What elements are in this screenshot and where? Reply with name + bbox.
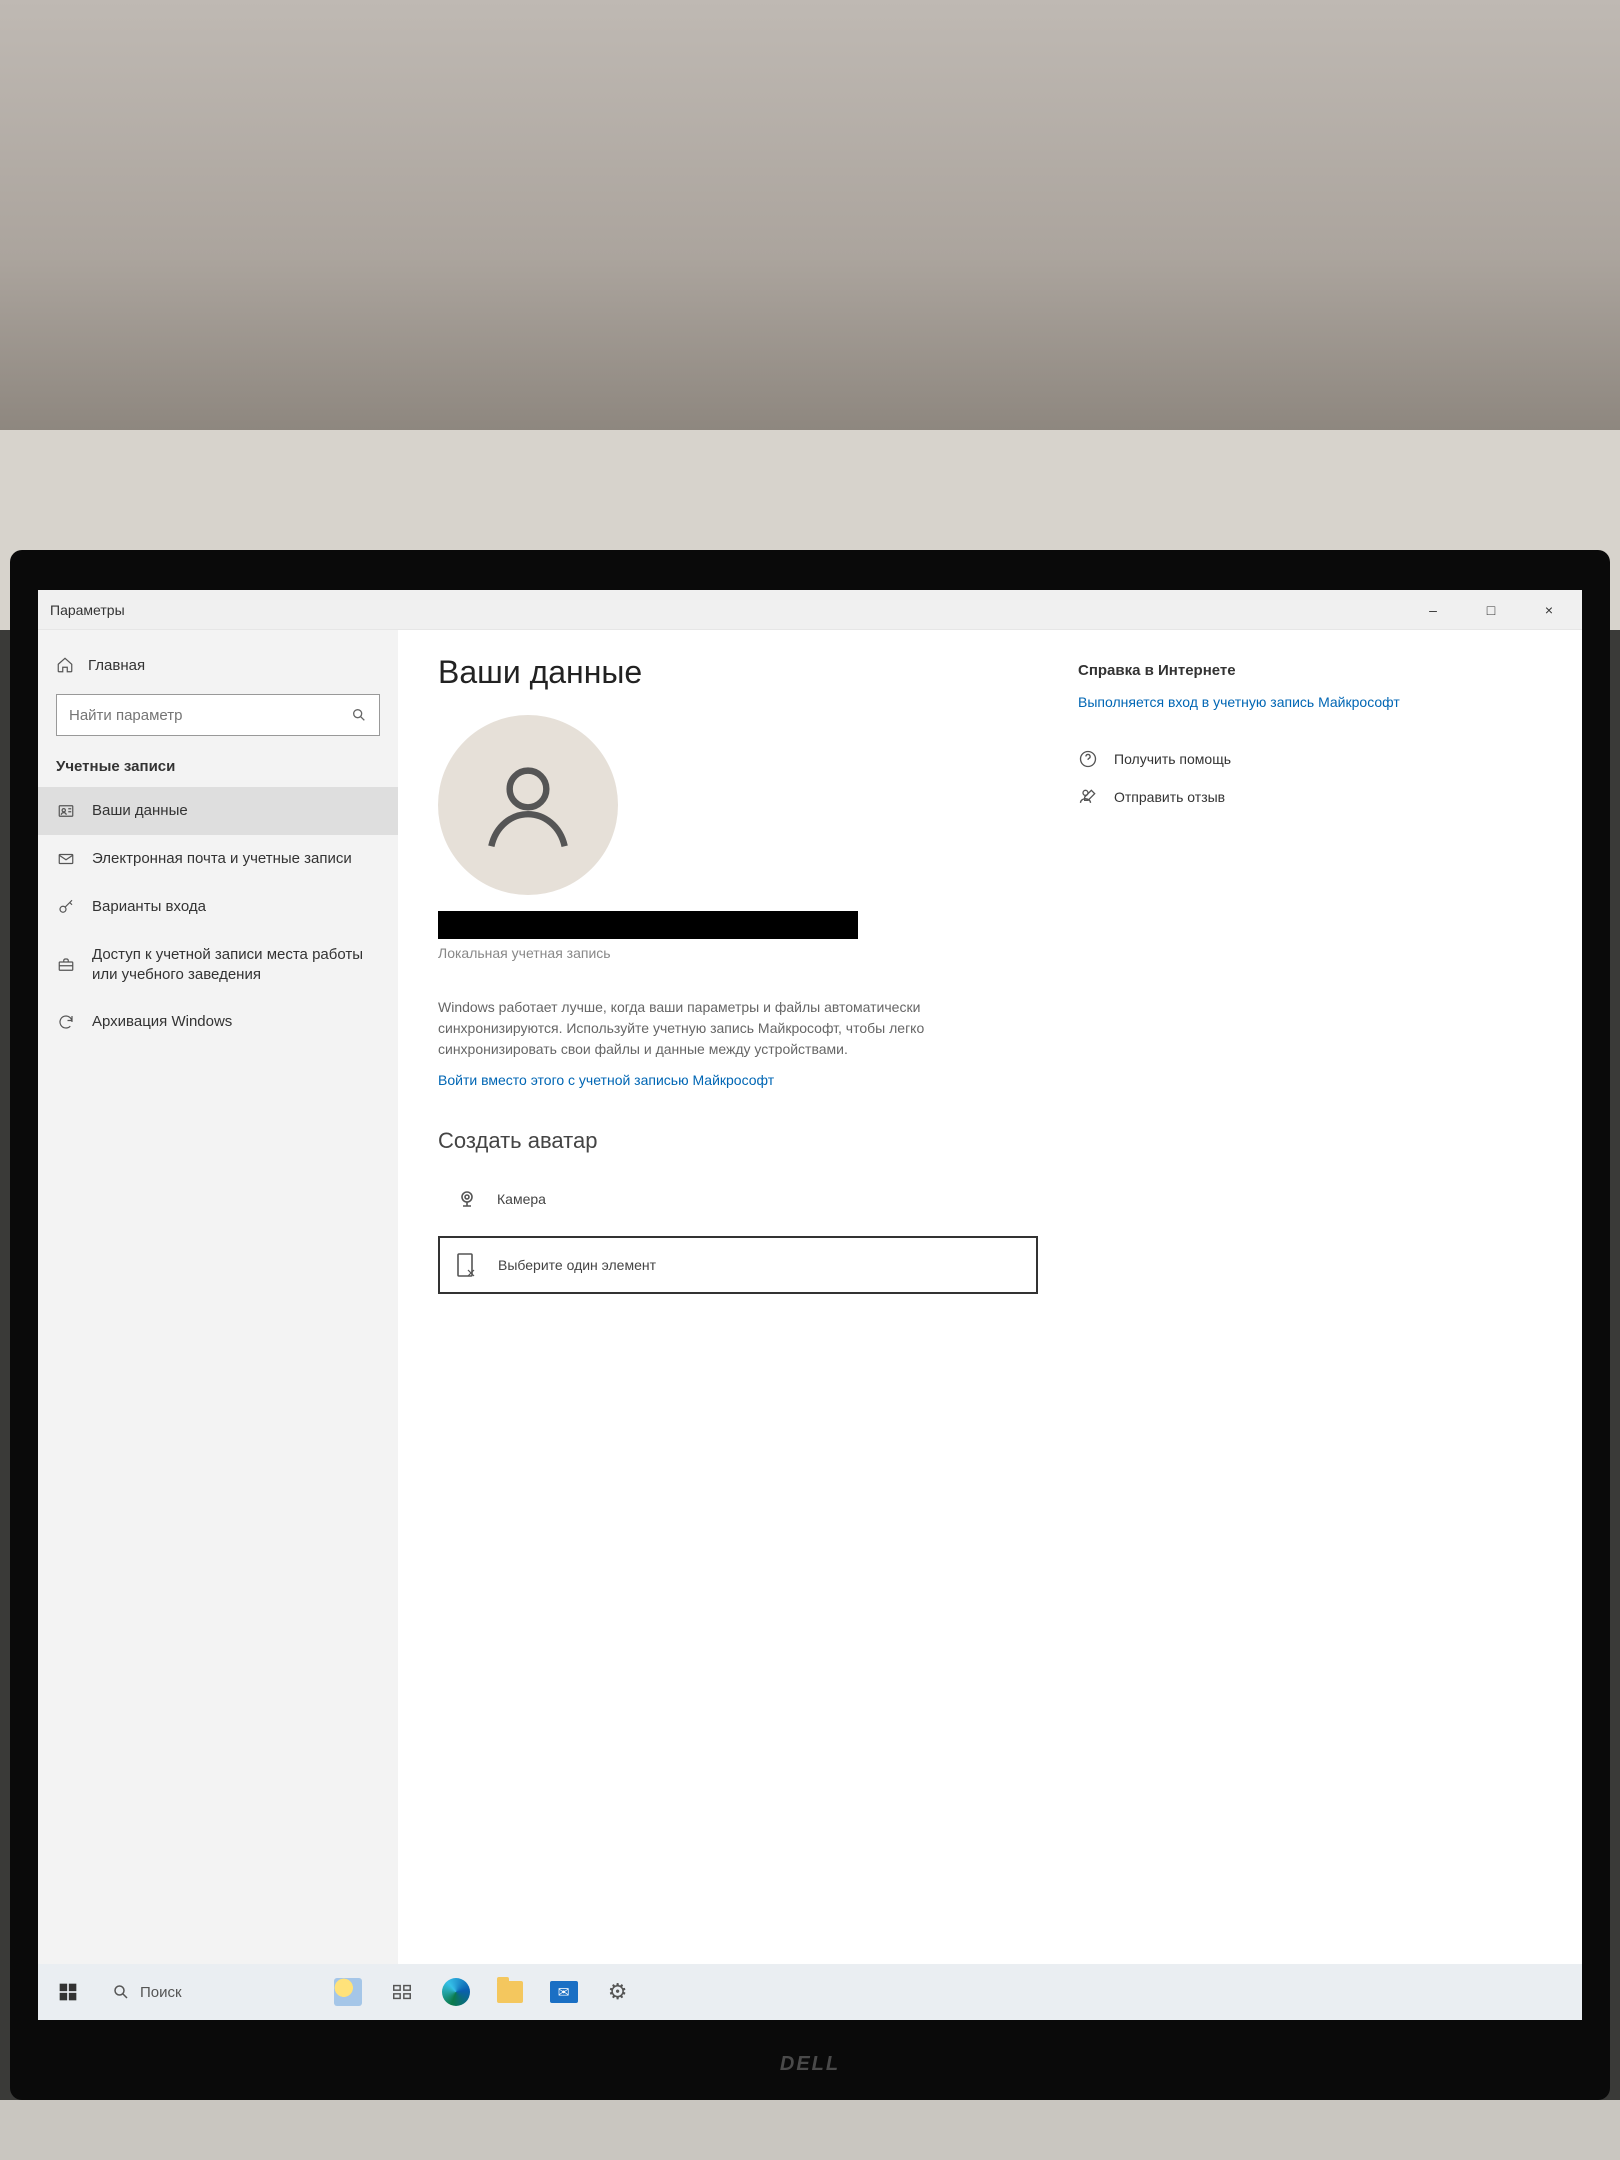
- create-avatar-heading: Создать аватар: [438, 1128, 1038, 1154]
- camera-option-label: Камера: [497, 1191, 546, 1207]
- get-help-label: Получить помощь: [1114, 751, 1231, 767]
- sidebar-item-email[interactable]: Электронная почта и учетные записи: [38, 835, 398, 883]
- titlebar: Параметры – □ ×: [38, 590, 1582, 630]
- taskbar-settings[interactable]: ⚙: [592, 1964, 644, 2020]
- key-icon: [56, 898, 76, 916]
- taskbar-explorer[interactable]: [484, 1964, 536, 2020]
- avatar-browse-option[interactable]: Выберите один элемент: [438, 1236, 1038, 1294]
- folder-icon: [497, 1981, 523, 2003]
- sidebar-item-your-info[interactable]: Ваши данные: [38, 787, 398, 835]
- sidebar: Главная Учетные записи Ваши данные: [38, 630, 398, 1964]
- send-feedback-label: Отправить отзыв: [1114, 789, 1225, 805]
- sync-icon: [56, 1013, 76, 1031]
- mail-icon: ✉: [550, 1981, 578, 2003]
- taskbar-weather[interactable]: [322, 1964, 374, 2020]
- home-link[interactable]: Главная: [38, 646, 398, 684]
- gear-icon: ⚙: [608, 1979, 628, 2005]
- windows-icon: [58, 1982, 78, 2002]
- taskbar-task-view[interactable]: [376, 1964, 428, 2020]
- sidebar-item-label: Архивация Windows: [92, 1012, 380, 1032]
- taskbar-search-label: Поиск: [140, 1984, 182, 2001]
- sidebar-item-label: Электронная почта и учетные записи: [92, 849, 380, 869]
- browse-file-icon: [456, 1252, 480, 1278]
- home-label: Главная: [88, 657, 145, 674]
- taskbar-edge[interactable]: [430, 1964, 482, 2020]
- get-help-link[interactable]: Получить помощь: [1078, 749, 1418, 769]
- minimize-button[interactable]: –: [1404, 590, 1462, 630]
- sidebar-item-label: Ваши данные: [92, 801, 380, 821]
- taskbar-mail[interactable]: ✉: [538, 1964, 590, 2020]
- account-type-label: Локальная учетная запись: [438, 945, 1038, 961]
- sidebar-item-windows-backup[interactable]: Архивация Windows: [38, 998, 398, 1046]
- sidebar-item-label: Доступ к учетной записи места работы или…: [92, 945, 380, 984]
- start-button[interactable]: [42, 1964, 94, 2020]
- feedback-icon: [1078, 787, 1100, 807]
- search-icon: [112, 1983, 130, 2001]
- sidebar-section-title: Учетные записи: [38, 750, 398, 787]
- help-icon: [1078, 749, 1100, 769]
- weather-icon: [334, 1978, 362, 2006]
- briefcase-icon: [56, 956, 76, 974]
- avatar-placeholder: [438, 715, 618, 895]
- person-icon: [473, 750, 583, 860]
- search-icon: [351, 707, 367, 723]
- browse-option-label: Выберите один элемент: [498, 1257, 656, 1273]
- avatar-camera-option[interactable]: Камера: [438, 1172, 1038, 1226]
- taskbar-search[interactable]: Поиск: [96, 1964, 198, 2020]
- search-input[interactable]: [69, 707, 351, 724]
- search-input-container[interactable]: [56, 694, 380, 736]
- page-title: Ваши данные: [438, 654, 1038, 691]
- content-area: Ваши данные Локальная учетная запись Win…: [398, 630, 1582, 1964]
- monitor-brand: DELL: [780, 2053, 840, 2076]
- task-view-icon: [391, 1981, 413, 2003]
- mail-icon: [56, 850, 76, 868]
- maximize-button[interactable]: □: [1462, 590, 1520, 630]
- edge-icon: [442, 1978, 470, 2006]
- sidebar-item-label: Варианты входа: [92, 897, 380, 917]
- person-card-icon: [56, 802, 76, 820]
- close-button[interactable]: ×: [1520, 590, 1578, 630]
- window-title: Параметры: [50, 602, 1404, 618]
- username-redacted: [438, 911, 858, 939]
- help-link-signin[interactable]: Выполняется вход в учетную запись Майкро…: [1078, 693, 1418, 713]
- signin-microsoft-link[interactable]: Войти вместо этого с учетной записью Май…: [438, 1072, 774, 1088]
- camera-icon: [455, 1187, 479, 1211]
- send-feedback-link[interactable]: Отправить отзыв: [1078, 787, 1418, 807]
- taskbar: Поиск ✉ ⚙: [38, 1964, 1582, 2020]
- help-heading: Справка в Интернете: [1078, 662, 1418, 679]
- home-icon: [56, 656, 74, 674]
- settings-window: Параметры – □ × Главная: [38, 590, 1582, 1964]
- sidebar-item-signin-options[interactable]: Варианты входа: [38, 883, 398, 931]
- sidebar-item-work-access[interactable]: Доступ к учетной записи места работы или…: [38, 931, 398, 998]
- sync-description: Windows работает лучше, когда ваши парам…: [438, 997, 938, 1060]
